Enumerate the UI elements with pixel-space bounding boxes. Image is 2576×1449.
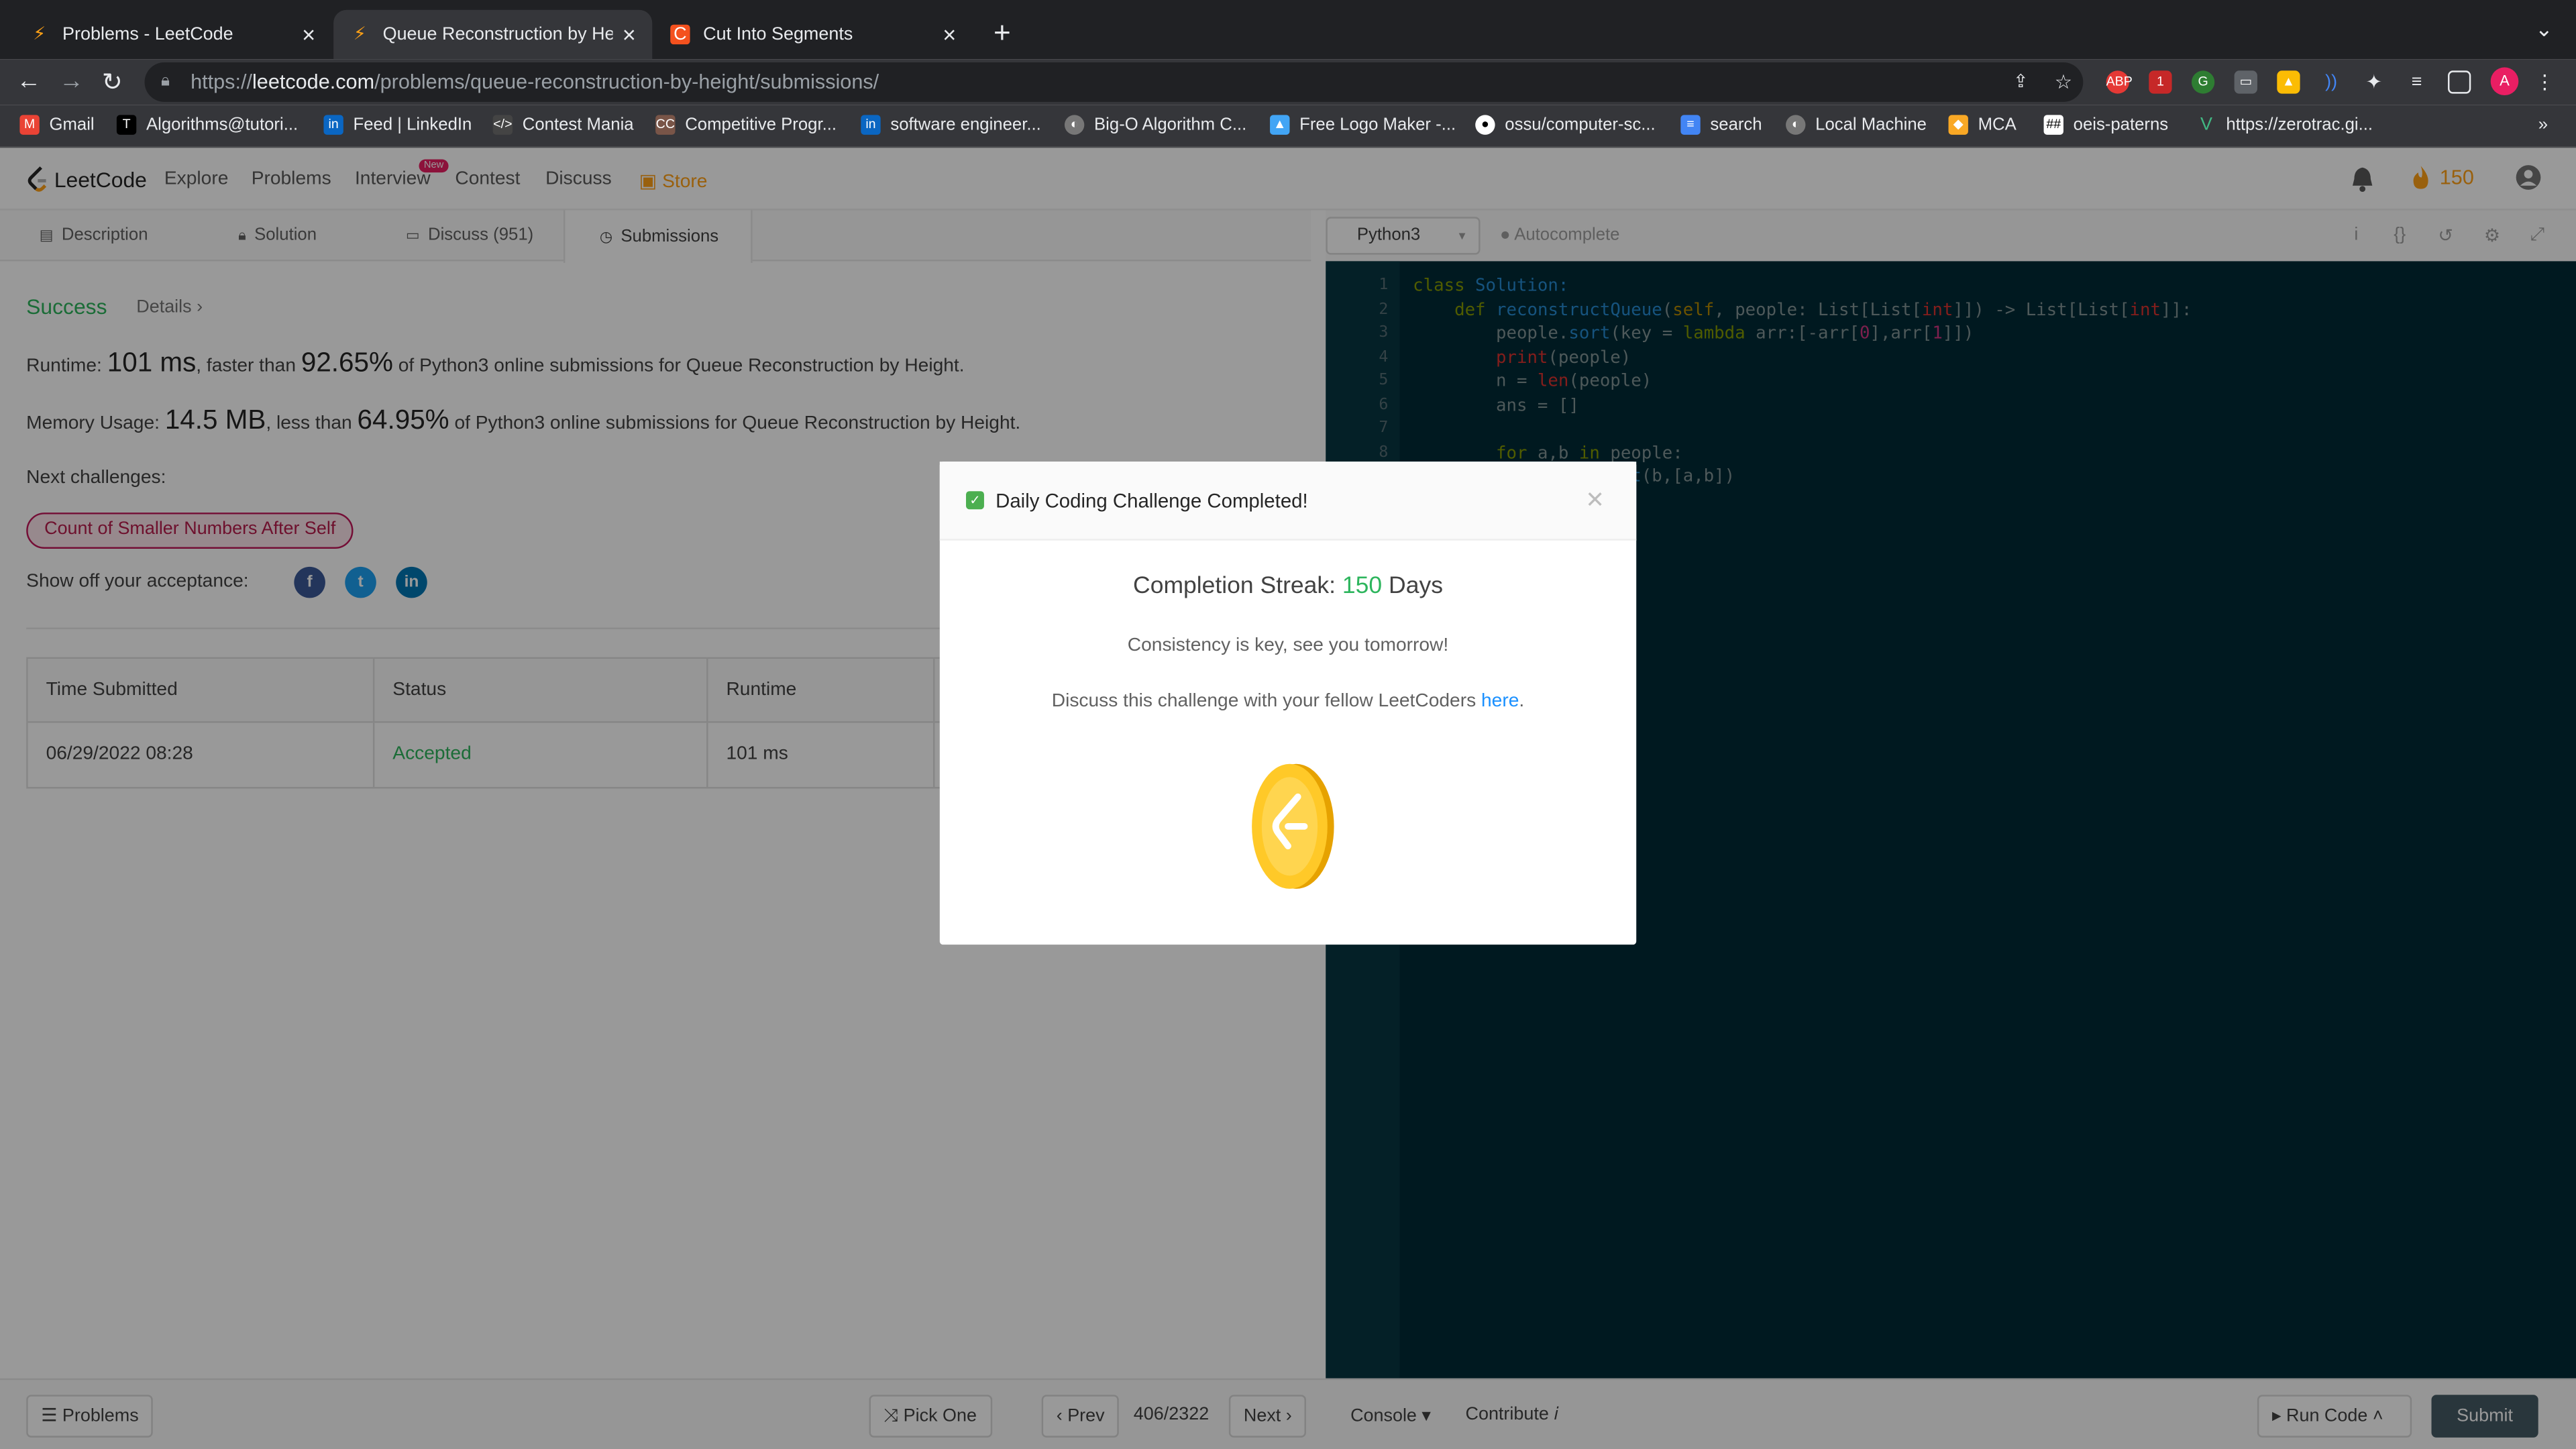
bookmark-label: Contest Mania: [522, 115, 634, 135]
bookmark-label: Local Machine: [1815, 115, 1927, 135]
discuss-label: Discuss this challenge with your fellow …: [1051, 692, 1477, 712]
browser-tab-cut[interactable]: C Cut Into Segments ×: [654, 10, 973, 59]
completion-streak: Completion Streak: 150 Days: [940, 574, 1636, 600]
bookmark-linkedin[interactable]: in Feed | LinkedIn: [323, 115, 472, 135]
mca-icon: ◆: [1948, 115, 1968, 135]
cp-icon: CC: [655, 115, 676, 135]
code-icon: </>: [492, 115, 513, 135]
codechef-favicon-icon: C: [670, 24, 690, 45]
gmail-icon: M: [19, 115, 40, 135]
grammarly-icon[interactable]: G: [2191, 70, 2215, 94]
streak-unit: Days: [1389, 573, 1443, 600]
bookmark-label: Feed | LinkedIn: [353, 115, 472, 135]
leetcode-favicon-icon: ⚡: [353, 24, 366, 45]
bookmark-local-machine[interactable]: ◐ Local Machine: [1786, 115, 1927, 135]
forward-icon[interactable]: →: [59, 67, 84, 95]
discuss-text: Discuss this challenge with your fellow …: [1051, 692, 1525, 712]
drive-icon[interactable]: ▲: [2277, 70, 2300, 94]
url-host: leetcode.com: [252, 70, 375, 94]
streak-label: Completion Streak:: [1133, 573, 1336, 600]
bookmark-label: software engineer...: [890, 115, 1041, 135]
browser-tabstrip: ⚡ Problems - LeetCode × ⚡ Queue Reconstr…: [0, 0, 2576, 60]
menu-kebab-icon[interactable]: ⋮: [2533, 70, 2556, 93]
close-icon[interactable]: ✕: [1585, 486, 1605, 515]
bookmark-contest-mania[interactable]: </> Contest Mania: [492, 115, 634, 135]
logo-maker-icon: ▲: [1270, 115, 1290, 135]
reading-list-icon[interactable]: ≡: [2405, 70, 2428, 93]
url-path: /problems/queue-reconstruction-by-height…: [374, 70, 879, 94]
leetcode-favicon-icon: ⚡: [33, 24, 46, 45]
bookmark-competitive[interactable]: CC Competitive Progr...: [655, 115, 837, 135]
extensions-puzzle-icon[interactable]: ✦: [2363, 70, 2385, 93]
bookmark-label: oeis-paterns: [2073, 115, 2169, 135]
bookmarks-bar: M Gmail T Algorithms@tutori... in Feed | Li…: [0, 105, 2576, 148]
browser-toolbar: ← → ↻ 🔒︎ https://leetcode.com/problems/q…: [0, 59, 2576, 105]
linkedin-icon: in: [323, 115, 343, 135]
tab-search-icon[interactable]: ⌄: [2535, 16, 2553, 42]
tab-title: Queue Reconstruction by Heig: [382, 24, 613, 45]
bookmarks-overflow-icon[interactable]: »: [2538, 115, 2548, 134]
streak-number: 150: [1342, 573, 1383, 600]
tutorial-icon: T: [116, 115, 137, 135]
consistency-text: Consistency is key, see you tomorrow!: [1127, 635, 1449, 656]
bookmark-label: Big-O Algorithm C...: [1094, 115, 1247, 135]
bookmark-label: ossu/computer-sc...: [1505, 115, 1656, 135]
bookmark-search[interactable]: ≡ search: [1680, 115, 1762, 135]
tab-title: Problems - LeetCode: [62, 24, 233, 45]
oeis-icon: ##: [2043, 115, 2063, 135]
bookmark-label: Competitive Progr...: [685, 115, 837, 135]
tab-title: Cut Into Segments: [703, 24, 853, 45]
github-icon: ●: [1475, 115, 1495, 135]
adblock-icon[interactable]: ABP: [2106, 70, 2133, 94]
bookmark-label: Free Logo Maker -...: [1299, 115, 1456, 135]
checkmark-icon: ✓: [966, 491, 984, 510]
globe-icon: ◐: [1786, 115, 1806, 135]
daily-challenge-modal: ✓ Daily Coding Challenge Completed! ✕ Co…: [939, 462, 1637, 945]
bookmark-mca[interactable]: ◆ MCA: [1948, 115, 2017, 135]
globe-icon: ◐: [1064, 115, 1085, 135]
address-bar[interactable]: 🔒︎ https://leetcode.com/problems/queue-r…: [144, 62, 2084, 102]
modal-title: Daily Coding Challenge Completed!: [996, 489, 1308, 513]
bookmark-software[interactable]: in software engineer...: [861, 115, 1041, 135]
new-tab-icon[interactable]: +: [985, 16, 1018, 49]
close-tab-icon[interactable]: ×: [623, 21, 636, 48]
bookmark-oeis[interactable]: ## oeis-paterns: [2043, 115, 2169, 135]
close-tab-icon[interactable]: ×: [302, 21, 315, 48]
profile-avatar[interactable]: A: [2490, 67, 2519, 96]
bookmark-logo-maker[interactable]: ▲ Free Logo Maker -...: [1270, 115, 1456, 135]
reload-icon[interactable]: ↻: [102, 67, 123, 97]
close-tab-icon[interactable]: ×: [943, 21, 956, 48]
bookmark-label: Algorithms@tutori...: [146, 115, 299, 135]
bookmark-label: https://zerotrac.gi...: [2226, 115, 2373, 135]
url-prefix: https://: [191, 70, 252, 94]
share-icon[interactable]: ⇪: [2009, 70, 2032, 93]
browser-tab-queue[interactable]: ⚡ Queue Reconstruction by Heig ×: [333, 9, 653, 60]
bookmark-star-icon[interactable]: ☆: [2052, 70, 2075, 93]
vue-icon: V: [2200, 115, 2212, 135]
modal-header: ✓ Daily Coding Challenge Completed! ✕: [939, 462, 1637, 541]
bookmark-label: search: [1710, 115, 1762, 135]
extension-icon[interactable]: )): [2320, 70, 2343, 93]
extension-icon[interactable]: ▭: [2234, 70, 2257, 94]
bookmark-label: MCA: [1978, 115, 2017, 135]
docs-icon: ≡: [1680, 115, 1701, 135]
back-icon[interactable]: ←: [16, 67, 41, 95]
linkedin-icon: in: [861, 115, 881, 135]
here-link[interactable]: here: [1481, 692, 1519, 711]
side-panel-icon[interactable]: [2448, 70, 2471, 94]
bookmark-ossu[interactable]: ● ossu/computer-sc...: [1475, 115, 1656, 135]
bookmark-algorithms[interactable]: T Algorithms@tutori...: [116, 115, 299, 135]
bookmark-label: Gmail: [49, 115, 95, 135]
bookmark-gmail[interactable]: M Gmail: [19, 115, 95, 135]
browser-tab-problems[interactable]: ⚡ Problems - LeetCode ×: [13, 10, 332, 59]
lock-icon: 🔒︎: [161, 72, 170, 91]
bookmark-zerotrac[interactable]: Vhttps://zerotrac.gi...: [2196, 115, 2373, 134]
bookmark-bigo[interactable]: ◐ Big-O Algorithm C...: [1064, 115, 1247, 135]
extension-icon[interactable]: 1: [2149, 70, 2172, 94]
leetcoin-icon: [1252, 763, 1334, 889]
